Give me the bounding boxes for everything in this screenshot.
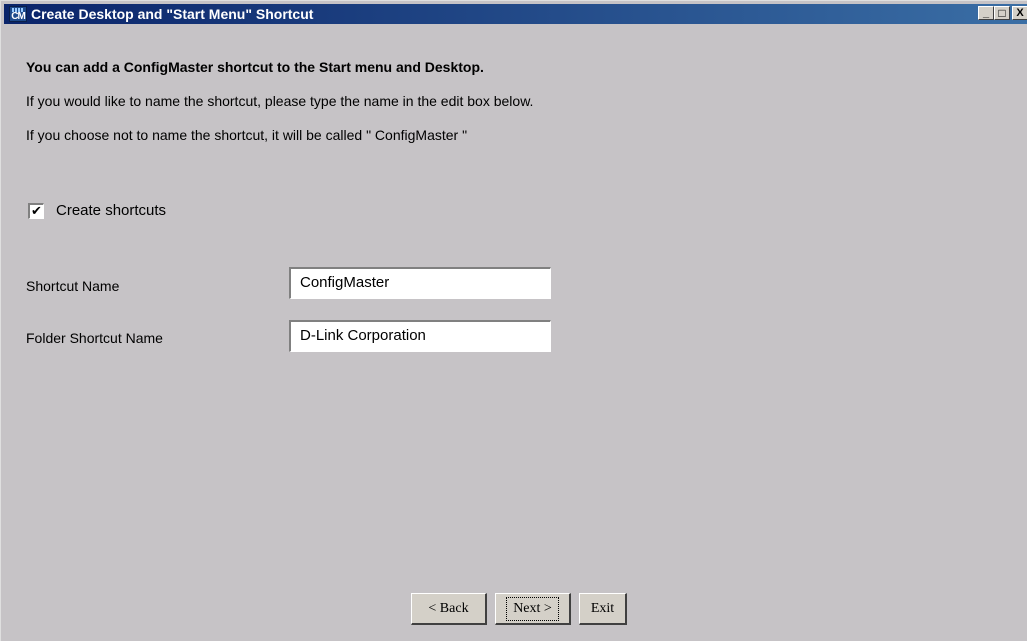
maximize-button[interactable]: □ <box>994 6 1010 20</box>
configmaster-app-icon: CM <box>9 6 27 22</box>
next-button[interactable]: Next > <box>495 593 571 625</box>
default-name-text: If you choose not to name the shortcut, … <box>26 127 468 143</box>
folder-shortcut-name-input[interactable]: D-Link Corporation <box>289 320 551 352</box>
back-button-label: < Back <box>428 600 469 616</box>
exit-button-label: Exit <box>590 600 615 616</box>
create-shortcuts-row[interactable]: ✔ Create shortcuts <box>28 202 166 219</box>
dialog-content: You can add a ConfigMaster shortcut to t… <box>1 25 1027 641</box>
next-button-label: Next > <box>506 596 559 621</box>
instruction-text: If you would like to name the shortcut, … <box>26 93 534 109</box>
maximize-icon: □ <box>998 6 1006 20</box>
close-icon: X <box>1016 7 1024 19</box>
heading-text: You can add a ConfigMaster shortcut to t… <box>26 59 484 75</box>
shortcut-name-label: Shortcut Name <box>26 278 120 294</box>
folder-shortcut-name-label: Folder Shortcut Name <box>26 330 163 346</box>
minimize-icon: _ <box>982 7 990 19</box>
back-button[interactable]: < Back <box>411 593 487 625</box>
window-title: Create Desktop and "Start Menu" Shortcut <box>31 6 314 22</box>
minimize-button[interactable]: _ <box>978 6 994 20</box>
create-shortcuts-checkbox[interactable]: ✔ <box>28 202 44 219</box>
shortcut-name-input[interactable]: ConfigMaster <box>289 267 551 299</box>
checkmark-icon: ✔ <box>31 203 42 219</box>
create-shortcuts-label[interactable]: Create shortcuts <box>56 202 166 219</box>
exit-button[interactable]: Exit <box>579 593 627 625</box>
title-bar[interactable]: CM Create Desktop and "Start Menu" Short… <box>4 4 1027 24</box>
installer-window: CM Create Desktop and "Start Menu" Short… <box>0 0 1027 641</box>
close-button[interactable]: X <box>1012 6 1027 20</box>
